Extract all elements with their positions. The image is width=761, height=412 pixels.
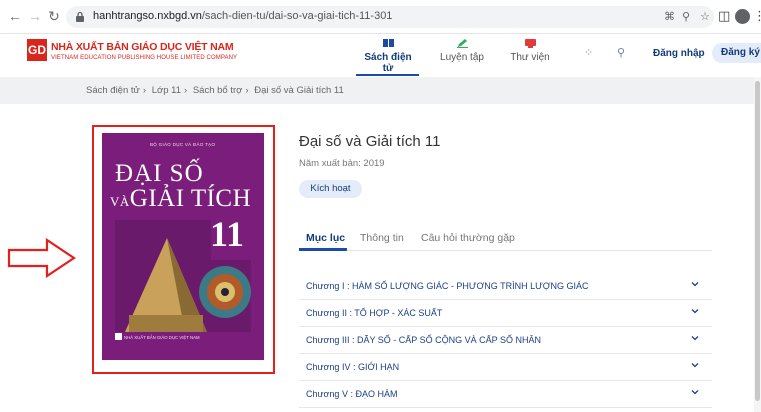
forward-icon[interactable]: → — [28, 9, 42, 23]
annotation-arrow-icon — [7, 238, 76, 278]
address-bar[interactable]: hanhtrangso.nxbgd.vn/sach-dien-tu/dai-so… — [66, 6, 714, 28]
chapter-label: Chương IV : GIỚI HẠN — [306, 362, 400, 372]
site-header: GD NHÀ XUẤT BẢN GIÁO DỤC VIỆT NAM VIETNA… — [0, 34, 761, 77]
active-subtab-indicator — [299, 248, 347, 251]
chevron-down-icon[interactable] — [691, 388, 699, 396]
chapter-item[interactable]: Chương V : ĐẠO HÀM — [299, 381, 712, 408]
library-icon — [524, 39, 536, 48]
lock-icon — [76, 11, 84, 22]
chevron-down-icon[interactable] — [691, 334, 699, 342]
breadcrumb-item[interactable]: Lớp 11 — [152, 85, 181, 96]
book-year: Năm xuất bản: 2019 — [299, 158, 385, 169]
menu-dots-icon[interactable]: ⋮ — [753, 8, 761, 24]
tab-sach-dien-tu[interactable]: Sách điện tử — [358, 38, 418, 74]
chevron-down-icon[interactable] — [691, 280, 699, 288]
scrollbar-thumb[interactable] — [755, 81, 760, 401]
page-scrollbar[interactable] — [754, 77, 761, 412]
browser-toolbar: ← → ↻ hanhtrangso.nxbgd.vn/sach-dien-tu/… — [0, 0, 761, 34]
chapter-label: Chương I : HÀM SỐ LƯỢNG GIÁC - PHƯƠNG TR… — [306, 281, 589, 291]
breadcrumb-separator: › — [142, 85, 147, 96]
breadcrumb: Sách điện tử › Lớp 11 › Sách bổ trợ › Đại s… — [0, 77, 754, 104]
publisher-name: NHÀ XUẤT BẢN GIÁO DỤC VIỆT NAM — [51, 41, 234, 53]
chapter-label: Chương V : ĐẠO HÀM — [306, 389, 398, 399]
chapter-item[interactable]: Chương III : DÃY SỐ - CẤP SỐ CỘNG VÀ CẤP… — [299, 327, 712, 354]
tab-label: Sách điện tử — [364, 52, 412, 74]
book-title: Đại số và Giải tích 11 — [299, 133, 441, 150]
tab-cau-hoi[interactable]: Câu hỏi thường gặp — [421, 232, 515, 244]
login-link[interactable]: Đăng nhập — [653, 48, 705, 59]
breadcrumb-current: Đại số và Giải tích 11 — [254, 85, 344, 96]
qr-code-icon[interactable]: ⌘ — [664, 10, 675, 23]
tab-label: Thư viện — [510, 52, 550, 63]
profile-avatar-icon[interactable] — [735, 9, 750, 24]
pencil-icon — [456, 39, 468, 48]
content-tabs: Mục lục Thông tin Câu hỏi thường gặp — [299, 227, 712, 251]
breadcrumb-separator: › — [245, 85, 249, 96]
tab-muc-luc[interactable]: Mục lục — [306, 232, 345, 244]
chapter-label: Chương III : DÃY SỐ - CẤP SỐ CỘNG VÀ CẤP… — [306, 335, 541, 345]
chapter-item[interactable]: Chương II : TỔ HỢP - XÁC SUẤT — [299, 300, 712, 327]
reload-icon[interactable]: ↻ — [47, 9, 61, 23]
chapter-label: Chương II : TỔ HỢP - XÁC SUẤT — [306, 308, 443, 318]
url-text: hanhtrangso.nxbgd.vn/sach-dien-tu/dai-so… — [93, 10, 393, 22]
activate-button[interactable]: Kích hoạt — [299, 180, 362, 198]
side-panel-icon[interactable]: ◫ — [718, 8, 730, 24]
publisher-logo[interactable]: GD — [27, 39, 47, 61]
breadcrumb-separator: › — [184, 85, 188, 96]
breadcrumb-item[interactable]: Sách điện tử — [86, 85, 140, 96]
chapter-item[interactable]: Chương I : HÀM SỐ LƯỢNG GIÁC - PHƯƠNG TR… — [299, 273, 712, 300]
highlight-frame — [92, 125, 275, 374]
bookmark-star-icon[interactable]: ☆ — [700, 10, 710, 23]
tab-label: Luyện tập — [440, 52, 484, 63]
publisher-subtitle: VIETNAM EDUCATION PUBLISHING HOUSE LIMIT… — [51, 55, 238, 61]
book-icon — [382, 39, 394, 47]
register-button[interactable]: Đăng ký — [712, 43, 761, 63]
back-icon[interactable]: ← — [8, 9, 22, 23]
chevron-down-icon[interactable] — [691, 361, 699, 369]
breadcrumb-item[interactable]: Sách bổ trợ — [193, 85, 243, 96]
chevron-down-icon[interactable] — [691, 307, 699, 315]
search-icon[interactable]: ⚲ — [617, 46, 625, 59]
apps-grid-icon[interactable]: ⁘ — [584, 46, 593, 59]
tab-thong-tin[interactable]: Thông tin — [360, 232, 404, 244]
chapter-item[interactable]: Chương IV : GIỚI HẠN — [299, 354, 712, 381]
tab-luyen-tap[interactable]: Luyện tập — [436, 38, 488, 63]
active-tab-indicator — [356, 74, 419, 76]
zoom-icon[interactable]: ⚲ — [682, 10, 690, 23]
tab-thu-vien[interactable]: Thư viện — [507, 38, 553, 63]
